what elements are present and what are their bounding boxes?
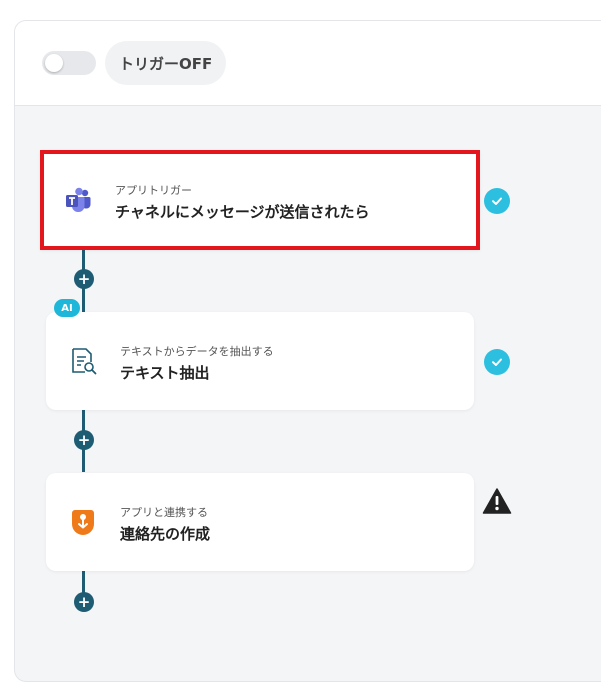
panel-header: トリガーOFF	[15, 21, 601, 106]
step-subtitle: アプリトリガー	[115, 184, 192, 197]
step-complete-check-icon	[484, 188, 510, 214]
flow-step-trigger[interactable]: アプリトリガー チャネルにメッセージが送信されたら	[40, 150, 480, 250]
add-step-button[interactable]: +	[74, 592, 94, 612]
step-complete-check-icon	[484, 349, 510, 375]
step-title: チャネルにメッセージが送信されたら	[115, 203, 370, 221]
warning-icon	[482, 488, 512, 514]
step-title: テキスト抽出	[120, 364, 210, 382]
teams-icon	[66, 187, 91, 212]
trigger-status-label: トリガーOFF	[105, 41, 227, 85]
add-step-button[interactable]: +	[74, 430, 94, 450]
flow-step-text-extraction[interactable]: テキストからデータを抽出する テキスト抽出	[46, 312, 474, 410]
ai-badge: AI	[54, 299, 80, 317]
step-title: 連絡先の作成	[120, 525, 211, 543]
app-integration-icon	[72, 510, 94, 535]
toggle-knob	[45, 54, 63, 72]
trigger-toggle[interactable]	[42, 51, 96, 75]
step-subtitle: テキストからデータを抽出する	[120, 345, 274, 358]
add-step-button[interactable]: +	[74, 269, 94, 289]
flow-step-create-contact[interactable]: アプリと連携する 連絡先の作成	[46, 473, 474, 571]
document-search-icon	[72, 348, 97, 375]
step-subtitle: アプリと連携する	[120, 506, 208, 519]
